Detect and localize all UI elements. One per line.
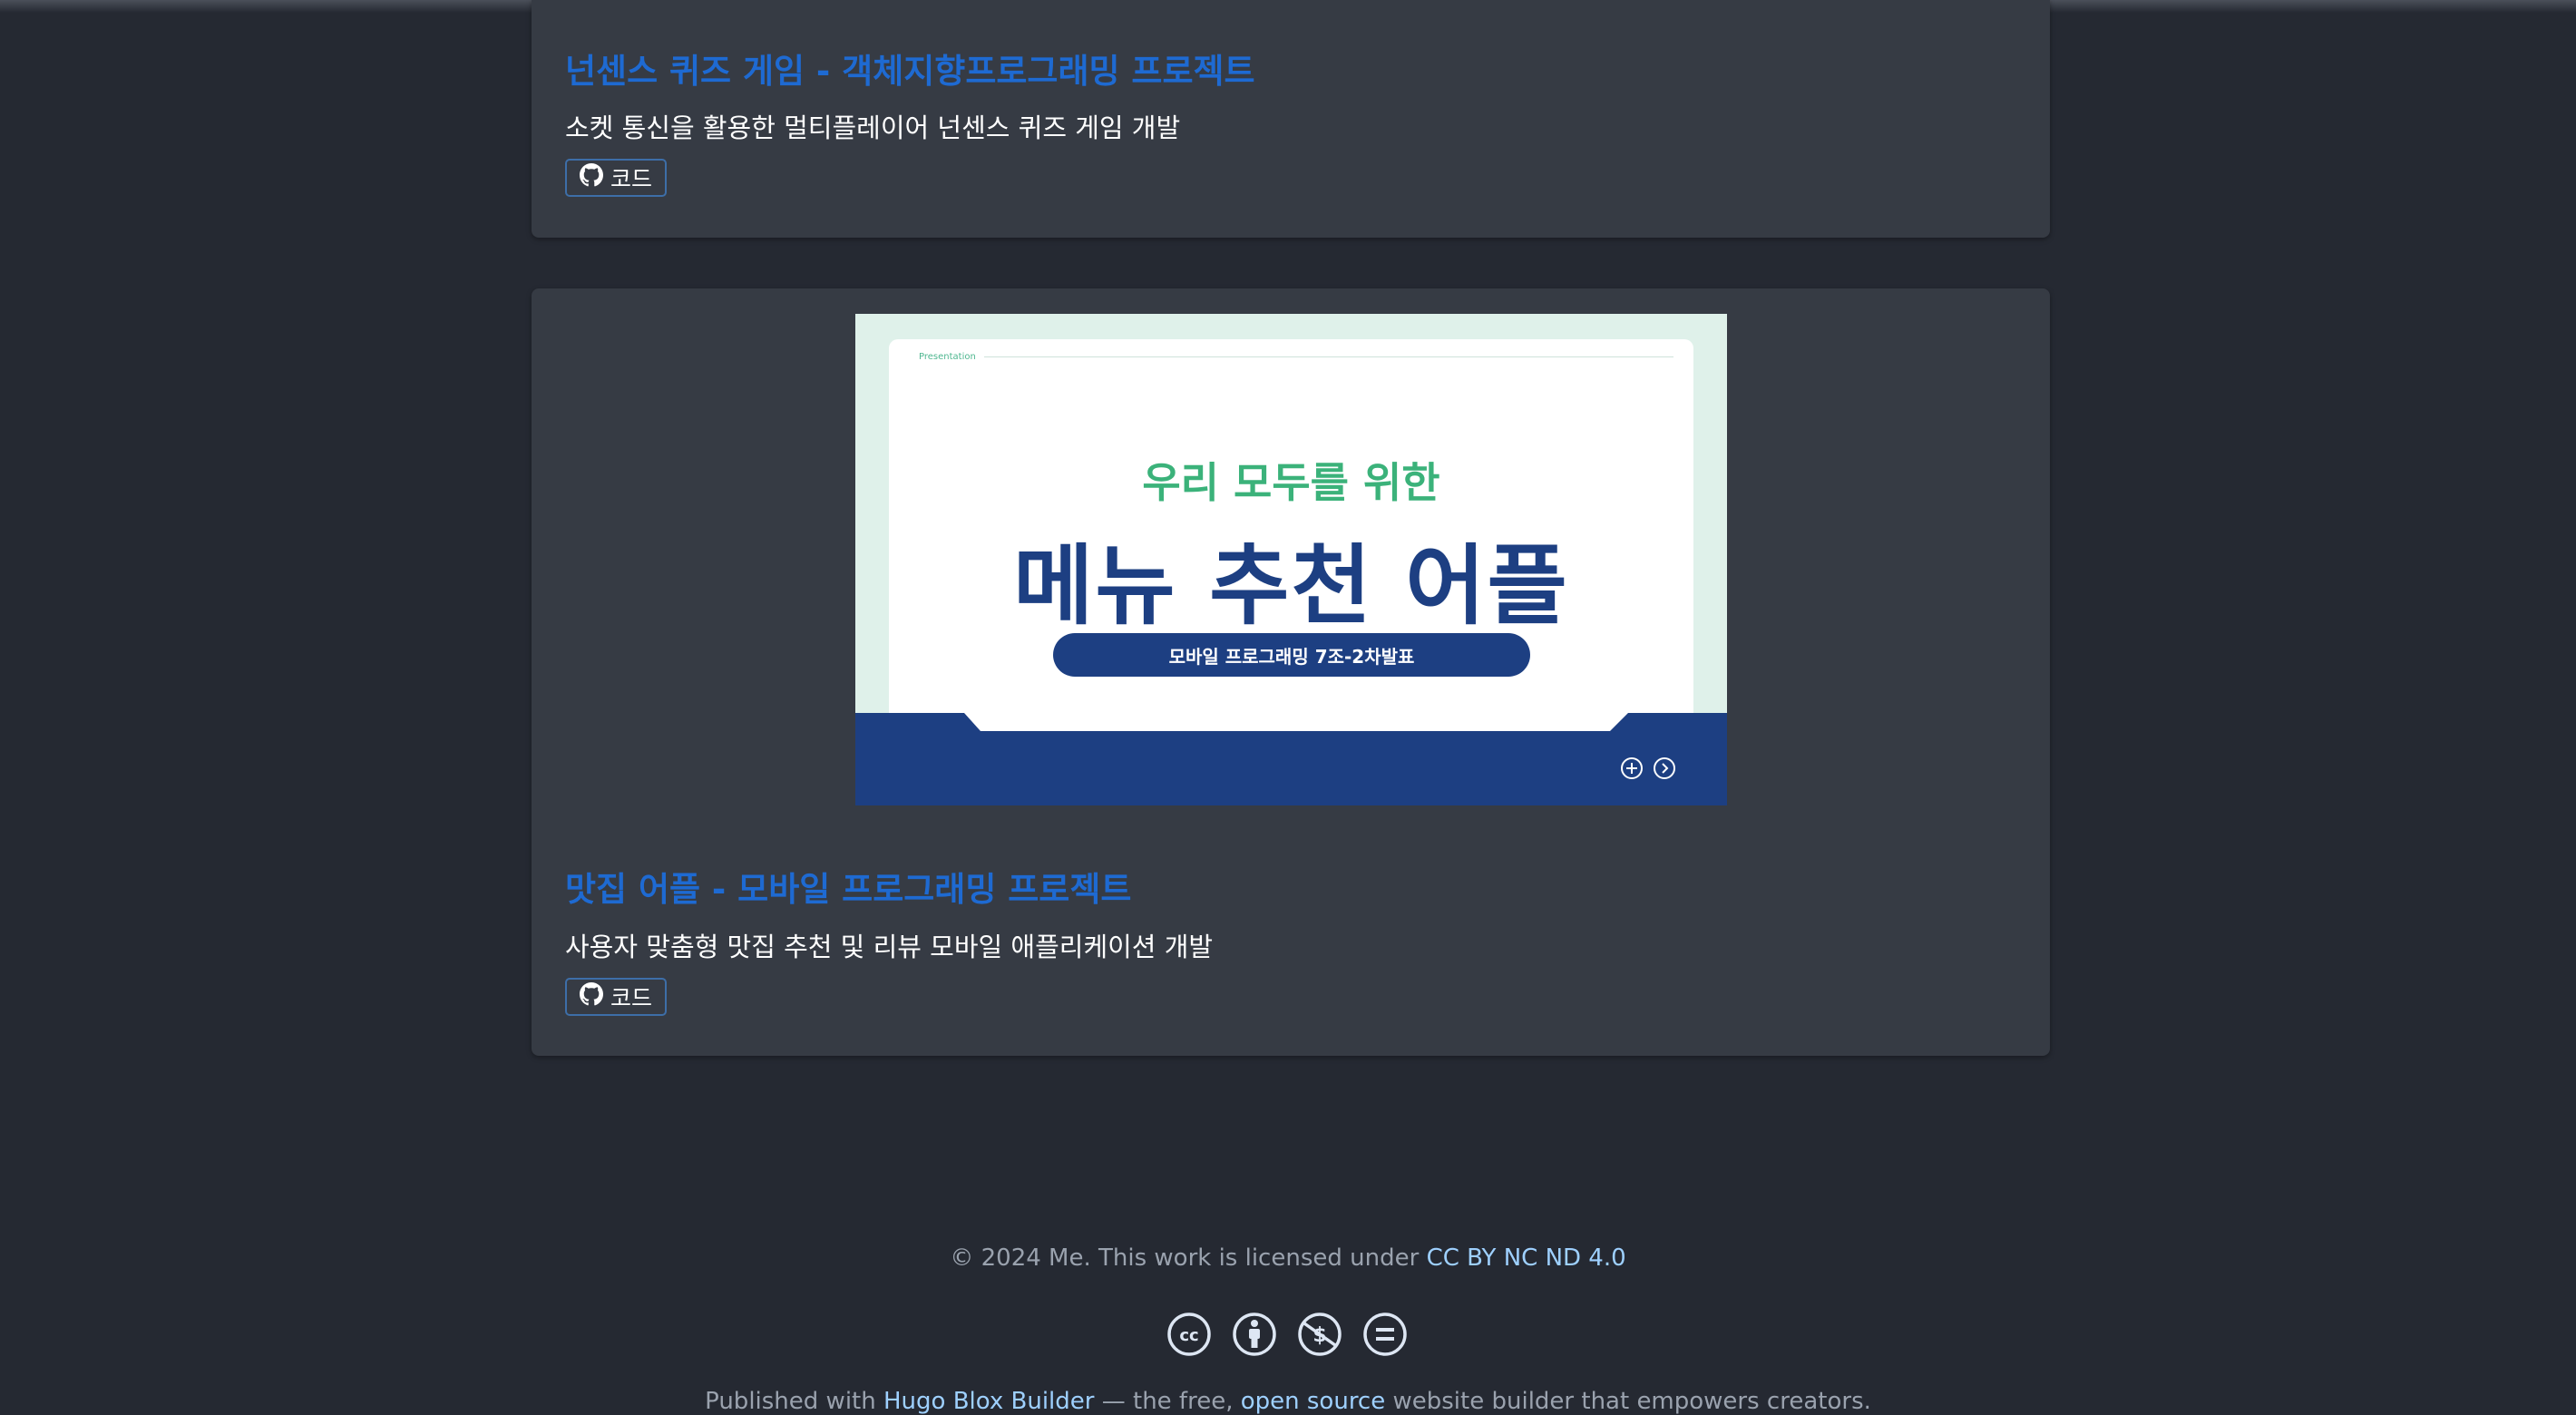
- chevron-right-circle-icon: [1653, 756, 1676, 784]
- license-icons: cc $: [1166, 1312, 1408, 1361]
- open-source-link[interactable]: open source: [1241, 1388, 1386, 1415]
- project-title-link[interactable]: 넌센스 퀴즈 게임 - 객체지향프로그래밍 프로젝트: [565, 44, 1255, 93]
- license-link[interactable]: CC BY NC ND 4.0: [1427, 1244, 1626, 1272]
- slide-nav: [1620, 756, 1676, 784]
- cc-icon[interactable]: cc: [1166, 1312, 1212, 1361]
- project-title-link[interactable]: 맛집 어플 - 모바일 프로그래밍 프로젝트: [565, 862, 1131, 911]
- project-card-quiz: 넌센스 퀴즈 게임 - 객체지향프로그래밍 프로젝트 소켓 통신을 활용한 멀티…: [532, 0, 2050, 238]
- slide-divider: [984, 356, 1673, 357]
- hugo-blox-link[interactable]: Hugo Blox Builder: [883, 1388, 1094, 1415]
- code-button-label: 코드: [610, 985, 653, 1011]
- slide-subheading: 우리 모두를 위한: [1142, 458, 1440, 507]
- slide-corner-label: Presentation: [919, 352, 976, 362]
- code-button[interactable]: 코드: [565, 978, 668, 1016]
- project-description: 사용자 맞춤형 맛집 추천 및 리뷰 모바일 애플리케이션 개발: [565, 932, 1214, 962]
- project-description: 소켓 통신을 활용한 멀티플레이어 넌센스 퀴즈 게임 개발: [565, 112, 1181, 143]
- plus-circle-icon: [1620, 756, 1644, 784]
- slide-heading: 메뉴 추천 어플: [1013, 535, 1569, 637]
- code-button[interactable]: 코드: [565, 159, 668, 197]
- project-card-restaurant: Presentation 우리 모두를 위한 메뉴 추천 어플 모바일 프로그래…: [532, 288, 2050, 1056]
- published-middle: — the free,: [1101, 1388, 1234, 1415]
- svg-text:cc: cc: [1179, 1326, 1198, 1345]
- copyright-text: © 2024 Me. This work is licensed under: [950, 1244, 1420, 1272]
- nd-icon[interactable]: [1362, 1312, 1408, 1361]
- github-icon: [580, 982, 603, 1011]
- code-button-label: 코드: [610, 166, 653, 192]
- github-icon: [580, 163, 603, 192]
- published-prefix: Published with: [705, 1388, 876, 1415]
- footer-copyright: © 2024 Me. This work is licensed under C…: [0, 1244, 2576, 1272]
- nc-icon[interactable]: $: [1297, 1312, 1342, 1361]
- published-suffix: website builder that empowers creators.: [1392, 1388, 1871, 1415]
- slide-bottom-band: [855, 713, 1727, 805]
- project-thumbnail[interactable]: Presentation 우리 모두를 위한 메뉴 추천 어플 모바일 프로그래…: [855, 314, 1727, 805]
- footer-published: Published with Hugo Blox Builder — the f…: [0, 1388, 2576, 1415]
- slide-badge: 모바일 프로그래밍 7조-2차발표: [1053, 633, 1530, 677]
- by-icon[interactable]: [1232, 1312, 1277, 1361]
